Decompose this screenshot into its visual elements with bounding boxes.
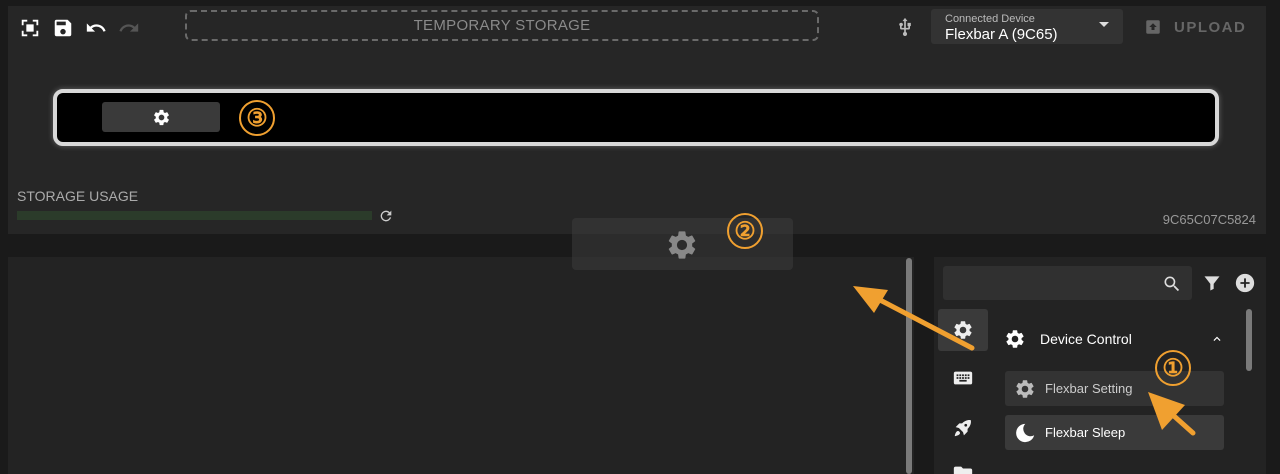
add-circle-icon[interactable] — [1234, 272, 1256, 294]
storage-usage-bar — [17, 211, 372, 220]
gear-icon — [668, 231, 696, 259]
upload-button: UPLOAD — [1144, 14, 1246, 40]
callout-1: ① — [1155, 350, 1191, 386]
fullscreen-icon[interactable] — [18, 16, 42, 40]
gear-icon — [1006, 330, 1024, 348]
search-icon[interactable] — [1162, 274, 1182, 294]
redo-icon — [117, 16, 141, 40]
library-search-input[interactable] — [943, 266, 1192, 300]
filter-icon[interactable] — [1202, 273, 1222, 293]
connected-device-select[interactable]: Connected Device Flexbar A (9C65) — [931, 9, 1123, 44]
library-item-flexbar-setting[interactable]: Flexbar Setting — [1005, 371, 1224, 406]
category-tab-folder[interactable] — [938, 453, 988, 474]
library-item-flexbar-sleep[interactable]: Flexbar Sleep — [1005, 415, 1224, 450]
keyboard-icon — [953, 371, 973, 385]
usb-icon — [895, 16, 915, 38]
flexbar-strip — [53, 89, 1219, 146]
moon-icon — [1016, 423, 1035, 442]
library-item-label: Flexbar Setting — [1045, 381, 1133, 396]
top-panel: TEMPORARY STORAGE Connected Device Flexb… — [8, 6, 1266, 234]
gear-icon — [153, 109, 169, 125]
section-title: Device Control — [1040, 331, 1132, 347]
folder-icon — [953, 466, 973, 474]
library-panel: Device Control Flexbar Setting Flexbar S… — [934, 257, 1266, 474]
refresh-icon[interactable] — [378, 208, 394, 224]
temporary-storage-dropzone[interactable]: TEMPORARY STORAGE — [185, 10, 819, 41]
library-scrollbar[interactable] — [1246, 309, 1252, 371]
device-value: Flexbar A (9C65) — [945, 26, 1058, 43]
device-caption: Connected Device — [945, 13, 1035, 25]
strip-key-settings[interactable] — [102, 102, 220, 132]
gear-icon — [954, 321, 972, 339]
rocket-icon — [954, 420, 971, 437]
upload-label: UPLOAD — [1174, 18, 1247, 36]
category-tab-launch[interactable] — [938, 407, 988, 449]
canvas-scrollbar[interactable] — [906, 258, 912, 474]
category-tab-keyboard[interactable] — [938, 357, 988, 399]
category-tab-device[interactable] — [938, 309, 988, 351]
temporary-storage-label: TEMPORARY STORAGE — [413, 17, 591, 34]
chevron-down-icon — [1099, 22, 1109, 27]
callout-2: ② — [727, 213, 763, 249]
editor-canvas[interactable] — [8, 257, 914, 474]
upload-icon — [1146, 20, 1160, 34]
storage-usage-label: STORAGE USAGE — [17, 188, 139, 204]
section-device-control[interactable]: Device Control — [1004, 327, 1224, 351]
callout-3: ③ — [239, 100, 275, 136]
library-item-label: Flexbar Sleep — [1045, 425, 1126, 440]
save-icon[interactable] — [51, 16, 75, 40]
chevron-up-icon[interactable] — [1210, 332, 1224, 346]
gear-icon — [1016, 379, 1034, 398]
device-serial: 9C65C07C5824 — [1162, 212, 1256, 227]
undo-icon[interactable] — [84, 16, 108, 40]
